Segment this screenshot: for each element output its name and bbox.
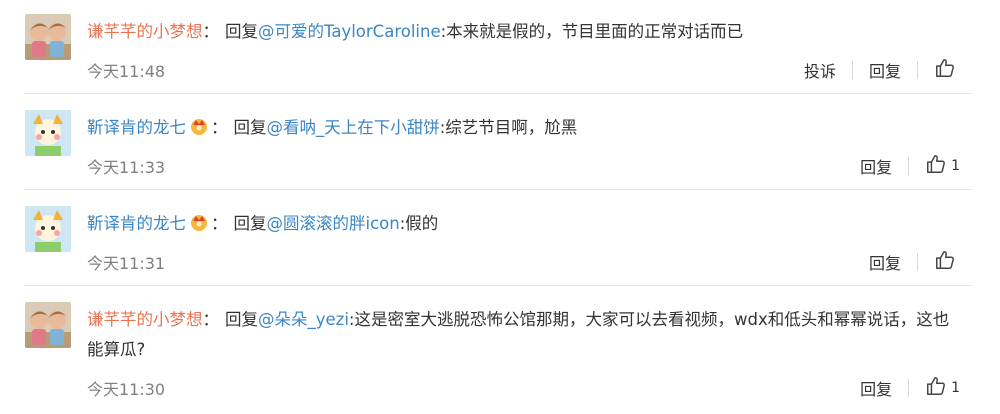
timestamp: 今天11:48 (87, 62, 166, 81)
timestamp: 今天11:31 (87, 254, 166, 273)
like-button[interactable] (934, 57, 960, 83)
comment-actions: 投诉 回复 (804, 57, 960, 83)
comment-actions: 回复 1 (860, 153, 960, 179)
thumbs-up-icon (934, 249, 956, 275)
timestamp: 今天11:30 (87, 380, 166, 399)
reply-prefix: 回复 (233, 118, 267, 137)
reply-button[interactable]: 回复 (869, 250, 901, 274)
timestamp: 今天11:33 (87, 158, 166, 177)
crown-badge-icon (189, 116, 209, 146)
crown-badge-icon (189, 212, 209, 242)
reply-prefix: 回复 (225, 22, 258, 41)
username-link[interactable]: 谦芊芊的小梦想 (87, 310, 203, 329)
like-button[interactable]: 1 (925, 153, 960, 179)
comment-text: 谦芊芊的小梦想： 回复@朵朵_yezi:这是密室大逃脱恐怖公馆那期，大家可以去看视… (87, 305, 959, 365)
like-button[interactable]: 1 (925, 375, 960, 401)
comment-list: 谦芊芊的小梦想： 回复@可爱的TaylorCaroline:本来就是假的，节目里面… (0, 0, 1000, 414)
comment-content: :综艺节目啊，尬黑 (439, 118, 578, 137)
colon: ： (211, 214, 228, 233)
mention-link[interactable]: @看呐_天上在下小甜饼 (267, 118, 440, 137)
comment-text: 靳译肯的龙七 ： 回复@看呐_天上在下小甜饼:综艺节目啊，尬黑 (87, 113, 967, 146)
comment-content: :本来就是假的，节目里面的正常对话而已 (440, 22, 744, 41)
thumbs-up-icon (934, 57, 956, 83)
mention-link[interactable]: @可爱的TaylorCaroline (258, 22, 441, 41)
thumbs-up-icon (925, 153, 947, 179)
divider-line (24, 93, 972, 94)
report-button[interactable]: 投诉 (804, 58, 836, 82)
colon: ： (202, 310, 220, 329)
comment-actions: 回复 1 (860, 375, 960, 401)
divider (851, 61, 853, 79)
comment-content: :假的 (399, 214, 439, 233)
username-link[interactable]: 靳译肯的龙七 (87, 118, 186, 137)
divider (917, 61, 918, 79)
like-button[interactable] (934, 249, 960, 275)
reply-button[interactable]: 回复 (860, 154, 892, 178)
divider (908, 379, 910, 397)
mention-link[interactable]: @圆滚滚的胖icon (267, 214, 400, 233)
avatar[interactable] (25, 110, 71, 156)
divider (917, 253, 918, 271)
username-link[interactable]: 谦芊芊的小梦想 (87, 22, 203, 41)
reply-button[interactable]: 回复 (869, 58, 901, 82)
comment-text: 谦芊芊的小梦想： 回复@可爱的TaylorCaroline:本来就是假的，节目里面… (87, 17, 967, 47)
mention-link[interactable]: @朵朵_yezi (258, 310, 349, 329)
divider (908, 157, 910, 175)
username-link[interactable]: 靳译肯的龙七 (87, 214, 186, 233)
reply-prefix: 回复 (225, 310, 258, 329)
colon: ： (202, 22, 220, 41)
reply-button[interactable]: 回复 (860, 376, 892, 400)
avatar[interactable] (25, 302, 71, 348)
comment-actions: 回复 (869, 249, 960, 275)
colon: ： (211, 118, 228, 137)
thumbs-up-icon (925, 375, 947, 401)
like-count: 1 (951, 158, 960, 174)
comment-text: 靳译肯的龙七 ： 回复@圆滚滚的胖icon:假的 (87, 209, 967, 242)
reply-prefix: 回复 (233, 214, 267, 233)
avatar[interactable] (25, 14, 71, 60)
divider-line (24, 189, 972, 190)
divider-line (24, 285, 972, 286)
like-count: 1 (951, 380, 960, 396)
avatar[interactable] (25, 206, 71, 252)
